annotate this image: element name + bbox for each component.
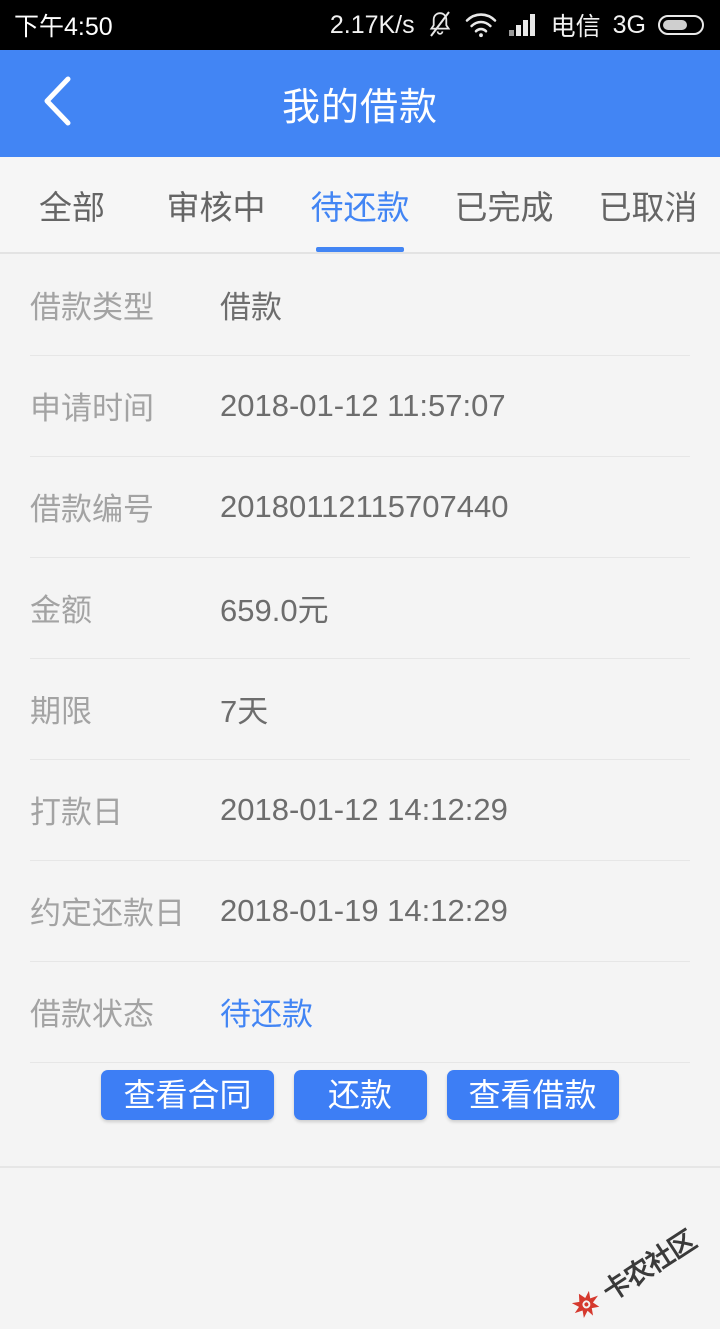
tab-cancelled[interactable]: 已取消 <box>576 157 720 252</box>
row-value: 2018-01-12 14:12:29 <box>220 791 508 827</box>
row-label: 借款编号 <box>30 492 154 527</box>
carrier-name: 电信 <box>550 13 601 41</box>
tab-reviewing[interactable]: 审核中 <box>144 157 288 252</box>
row-label: 打款日 <box>30 795 123 830</box>
tab-label: 全部 <box>39 188 105 226</box>
status-bar: 下午4:50 2.17K/s 电信 3G <box>0 0 720 50</box>
row-label: 约定还款日 <box>30 896 185 931</box>
detail-row-due-date: 约定还款日 2018-01-19 14:12:29 <box>0 860 720 961</box>
detail-row-term: 期限 7天 <box>0 658 720 759</box>
tab-pending-repayment[interactable]: 待还款 <box>288 157 432 252</box>
repay-button[interactable]: 还款 <box>293 1070 427 1120</box>
tab-bar: 全部 审核中 待还款 已完成 已取消 <box>0 157 720 254</box>
detail-row-apply-time: 申请时间 2018-01-12 11:57:07 <box>0 355 720 456</box>
tab-label: 已完成 <box>454 188 554 226</box>
tab-underline <box>316 247 404 252</box>
app-header: 我的借款 <box>0 50 720 157</box>
status-time: 下午4:50 <box>14 13 113 41</box>
signal-icon <box>508 12 539 38</box>
tab-label: 待还款 <box>310 188 410 226</box>
network-type: 3G <box>612 10 646 39</box>
row-value: 2018-01-19 14:12:29 <box>220 892 508 928</box>
tab-label: 已取消 <box>598 188 698 226</box>
status-icons-group: 2.17K/s 电信 3G <box>330 7 706 43</box>
row-label: 申请时间 <box>30 391 154 426</box>
detail-row-loan-number: 借款编号 20180112115707440 <box>0 456 720 557</box>
row-label: 借款类型 <box>30 290 154 325</box>
view-loan-button[interactable]: 查看借款 <box>446 1070 619 1120</box>
detail-row-payout-date: 打款日 2018-01-12 14:12:29 <box>0 759 720 860</box>
detail-row-loan-type: 借款类型 借款 <box>0 254 720 355</box>
bell-muted-icon <box>427 10 453 40</box>
view-contract-button[interactable]: 查看合同 <box>101 1070 274 1120</box>
tab-label: 审核中 <box>166 188 266 226</box>
tab-all[interactable]: 全部 <box>0 157 144 252</box>
row-value: 7天 <box>220 694 269 729</box>
watermark: 卡农社区 <box>562 1219 702 1329</box>
row-value: 659.0元 <box>220 593 329 628</box>
back-button[interactable] <box>26 72 90 136</box>
chevron-left-icon <box>40 75 76 132</box>
wifi-icon <box>465 12 497 38</box>
row-label: 期限 <box>30 694 92 729</box>
row-value: 借款 <box>220 290 282 325</box>
detail-row-amount: 金额 659.0元 <box>0 557 720 658</box>
network-speed-text: 2.17K/s <box>329 10 415 39</box>
detail-row-loan-status: 借款状态 待还款 <box>0 961 720 1062</box>
tab-completed[interactable]: 已完成 <box>432 157 576 252</box>
action-button-row: 查看合同 还款 查看借款 <box>0 1062 720 1138</box>
status-badge: 待还款 <box>220 997 313 1032</box>
page-title: 我的借款 <box>281 87 438 129</box>
battery-icon <box>658 12 706 38</box>
loan-detail-card: 借款类型 借款 申请时间 2018-01-12 11:57:07 借款编号 20… <box>0 254 720 1138</box>
bottom-blank-area: 卡农社区 <box>0 1166 720 1318</box>
row-value: 2018-01-12 11:57:07 <box>220 387 506 423</box>
watermark-text: 卡农社区 <box>597 1225 702 1308</box>
row-label: 借款状态 <box>30 997 154 1032</box>
row-value: 20180112115707440 <box>220 488 509 524</box>
row-label: 金额 <box>30 593 92 628</box>
